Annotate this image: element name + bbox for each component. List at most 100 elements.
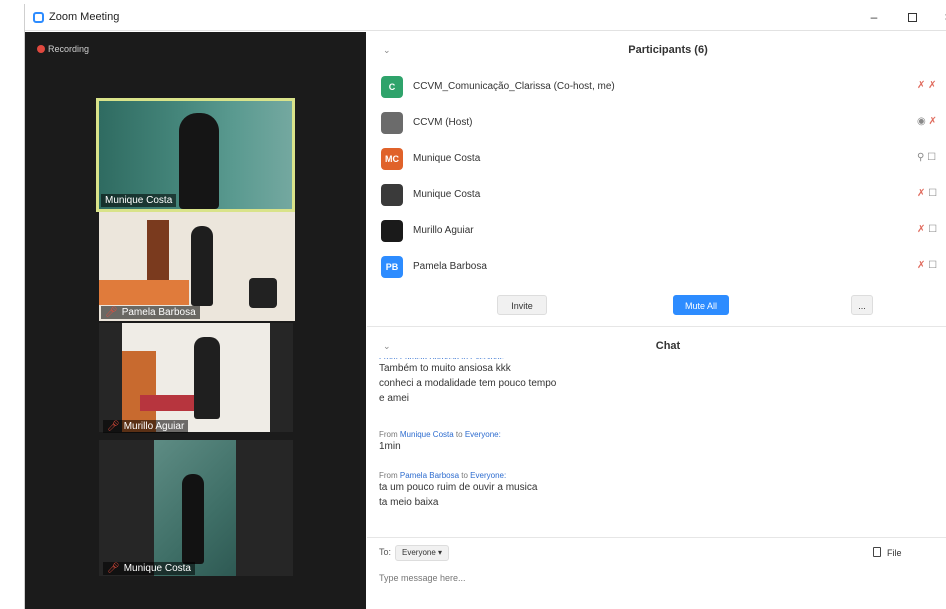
chat-from-line: From Pamela Barbosa to Everyone: (379, 471, 919, 480)
from-prefix: From (379, 471, 400, 480)
chat-divider (367, 537, 946, 538)
minimize-button[interactable]: – (863, 8, 885, 26)
zoom-window: Zoom Meeting – × Recording Munique Costa… (24, 4, 946, 609)
participant-status-icons[interactable]: ✗ ☐ (917, 260, 937, 271)
zoom-logo-icon (33, 12, 44, 23)
chat-text: ta um pouco ruim de ouvir a musica (379, 482, 538, 493)
maximize-icon (907, 13, 917, 23)
chat-title: Chat (655, 340, 681, 352)
video-tile-name: Munique Costa (101, 194, 177, 207)
video-tile-active-speaker[interactable]: Munique Costa (96, 98, 295, 212)
avatar: MC (381, 148, 403, 170)
video-tile[interactable] (154, 440, 236, 576)
video-tile-name-bar: 🎤︎ Murillo Aguiar (103, 420, 189, 433)
participant-row[interactable]: Murillo Aguiar ✗ ☐ (381, 216, 946, 246)
to-prefix: to (459, 471, 471, 480)
sender-name[interactable]: Munique Costa (400, 430, 454, 439)
chat-text: 1min (379, 441, 401, 452)
participant-status-icons[interactable]: ⚲ ☐ (917, 152, 936, 163)
participant-figure (194, 337, 220, 419)
participants-title: Participants (6) (628, 44, 708, 56)
chat-message-input[interactable] (379, 573, 919, 583)
video-tile-name: Munique Costa (123, 563, 191, 574)
participant-figure (179, 113, 219, 209)
side-panel: ⌄ Participants (6) C CCVM_Comunicação_Cla… (367, 32, 946, 609)
video-tile[interactable]: 🎤︎ Pamela Barbosa (99, 212, 295, 321)
participant-name: Munique Costa (413, 153, 481, 164)
mic-muted-icon: 🎤︎ (105, 307, 118, 318)
participant-row[interactable]: PB Pamela Barbosa ✗ ☐ (381, 252, 946, 282)
video-status-icon: ☐ (925, 188, 938, 199)
participant-figure (182, 474, 204, 564)
video-tile-name-bar: 🎤︎ Munique Costa (103, 562, 195, 575)
invite-button[interactable]: Invite (497, 295, 547, 315)
video-tile[interactable] (122, 323, 270, 432)
video-status-icon: ☐ (924, 152, 937, 163)
participant-name: Murillo Aguiar (413, 225, 474, 236)
participant-row[interactable]: C CCVM_Comunicação_Clarissa (Co-host, me)… (381, 72, 946, 102)
sender-name[interactable]: Pamela Barbosa (400, 471, 459, 480)
record-icon (37, 45, 45, 53)
participant-status-icons[interactable]: ✗ ☐ (917, 224, 937, 235)
avatar (381, 184, 403, 206)
mic-muted-icon: 🎤︎ (107, 421, 120, 432)
title-bar: Zoom Meeting – × (25, 4, 946, 31)
participants-header: ⌄ Participants (6) (367, 32, 946, 68)
recording-label: Recording (48, 44, 90, 54)
video-feed-door (147, 220, 169, 280)
chat-text: conheci a modalidade tem pouco tempo (379, 378, 557, 389)
participant-status-icons[interactable]: ✗ ☐ (917, 188, 937, 199)
to-prefix: to (453, 430, 465, 439)
chat-message: Também to muito ansiosa kkk conheci a mod… (379, 361, 919, 406)
file-button[interactable]: File (873, 547, 902, 558)
chat-from-line: From Munique Costa to Everyone: (379, 430, 919, 439)
chat-text: ta meio baixa (379, 497, 439, 508)
video-feed-chair (249, 278, 277, 308)
video-gallery: Recording Munique Costa 🎤︎ Pamela Barbosa… (25, 32, 366, 609)
participant-row[interactable]: CCVM (Host) ◉ ✗ (381, 108, 946, 138)
to-label: To: (379, 547, 392, 557)
participant-figure (191, 226, 213, 306)
avatar: PB (381, 256, 403, 278)
chat-recipient-row: To: Everyone ▾ File (379, 545, 939, 565)
recipient-select[interactable]: Everyone ▾ (395, 545, 450, 561)
mute-all-button[interactable]: Mute All (673, 295, 729, 315)
chat-from-line-clipped: From Pamela Barbosa to Everyone: (379, 358, 506, 359)
participant-name: CCVM (Host) (413, 117, 473, 128)
file-label: File (887, 548, 902, 558)
file-icon (873, 547, 881, 557)
video-status-icon: ☐ (925, 224, 938, 235)
participants-actions: Invite Mute All ... (367, 292, 946, 322)
video-status-icon: ✗ (925, 80, 937, 91)
recipient-name: Everyone: (464, 430, 501, 439)
participant-row[interactable]: Munique Costa ✗ ☐ (381, 180, 946, 210)
avatar (381, 112, 403, 134)
video-tile-name: Pamela Barbosa (121, 307, 196, 318)
video-status-icon: ☐ (925, 260, 938, 271)
mic-muted-icon: 🎤︎ (107, 563, 120, 574)
video-tile-name: Murillo Aguiar (123, 421, 185, 432)
chat-message: From Pamela Barbosa to Everyone: ta um po… (379, 471, 919, 510)
video-feed-bed (99, 280, 189, 305)
participant-status-icons[interactable]: ✗ ✗ (917, 80, 937, 91)
avatar (381, 220, 403, 242)
video-tile-name-bar: 🎤︎ Pamela Barbosa (101, 306, 200, 319)
chat-text: e amei (379, 393, 410, 404)
chat-text: Também to muito ansiosa kkk (379, 363, 511, 374)
from-prefix: From (379, 430, 400, 439)
more-button[interactable]: ... (851, 295, 873, 315)
window-title: Zoom Meeting (49, 11, 120, 23)
close-button[interactable]: × (937, 8, 946, 26)
chat-message: From Munique Costa to Everyone: 1min (379, 430, 919, 454)
mic-status-icon: ◉ (917, 116, 926, 127)
video-status-icon: ✗ (925, 116, 937, 127)
recording-indicator[interactable]: Recording (37, 44, 89, 54)
participant-status-icons[interactable]: ◉ ✗ (917, 116, 937, 127)
panel-divider (367, 326, 946, 327)
recipient-name: Everyone: (470, 471, 507, 480)
participant-row[interactable]: MC Munique Costa ⚲ ☐ (381, 144, 946, 174)
avatar: C (381, 76, 403, 98)
chat-messages: From Pamela Barbosa to Everyone: Também … (379, 358, 919, 533)
maximize-button[interactable] (901, 8, 923, 26)
participant-name: Pamela Barbosa (413, 261, 487, 272)
